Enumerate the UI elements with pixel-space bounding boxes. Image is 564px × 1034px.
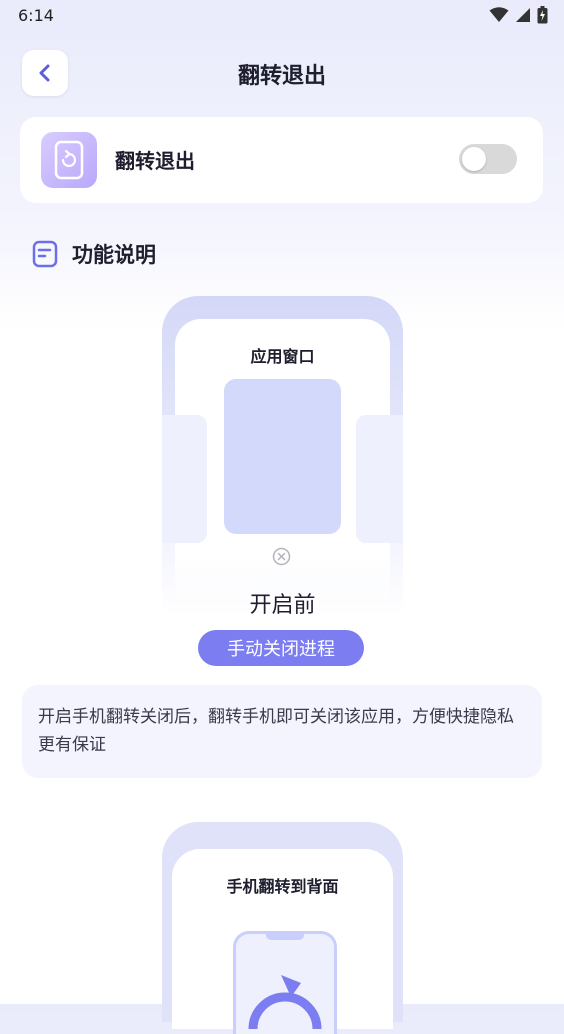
phone-notch (266, 934, 304, 940)
section-header: 功能说明 (32, 238, 156, 270)
side-window-left (162, 415, 207, 543)
demo-state-label: 开启前 (249, 593, 316, 618)
setting-label: 翻转退出 (115, 149, 195, 173)
status-icons (489, 6, 548, 24)
flip-arrow-icon (248, 975, 322, 1029)
document-icon (32, 240, 58, 268)
phone-screen: 应用窗口 开启前 (162, 319, 403, 618)
demo-heading: 手机翻转到背面 (226, 877, 339, 896)
status-time: 6:14 (18, 6, 54, 25)
setting-card: 翻转退出 (20, 117, 543, 203)
manual-close-label: 手动关闭进程 (198, 630, 364, 666)
phone-screen: 手机翻转到背面 (172, 849, 393, 1034)
demo-heading: 应用窗口 (250, 347, 315, 366)
description-text: 开启手机翻转关闭后，翻转手机即可关闭该应用，方便快捷隐私更有保证 (38, 707, 514, 755)
close-circle-icon (272, 547, 291, 566)
mini-phone (233, 931, 337, 1034)
app-window (224, 379, 341, 534)
side-window-right (356, 415, 403, 543)
section-title: 功能说明 (72, 243, 156, 267)
page-title: 翻转退出 (237, 64, 326, 89)
signal-icon (516, 8, 530, 22)
status-bar: 6:14 (0, 0, 564, 32)
phone-illustration-after: 手机翻转到背面 (162, 822, 403, 1034)
wifi-icon (489, 7, 509, 22)
description-card: 开启手机翻转关闭后，翻转手机即可关闭该应用，方便快捷隐私更有保证 (22, 685, 542, 778)
battery-icon (537, 6, 548, 24)
flip-exit-toggle[interactable] (459, 144, 517, 174)
toggle-knob (462, 147, 486, 171)
phone-illustration-before: 应用窗口 开启前 (162, 296, 403, 618)
phone-rotate-icon (41, 132, 97, 188)
